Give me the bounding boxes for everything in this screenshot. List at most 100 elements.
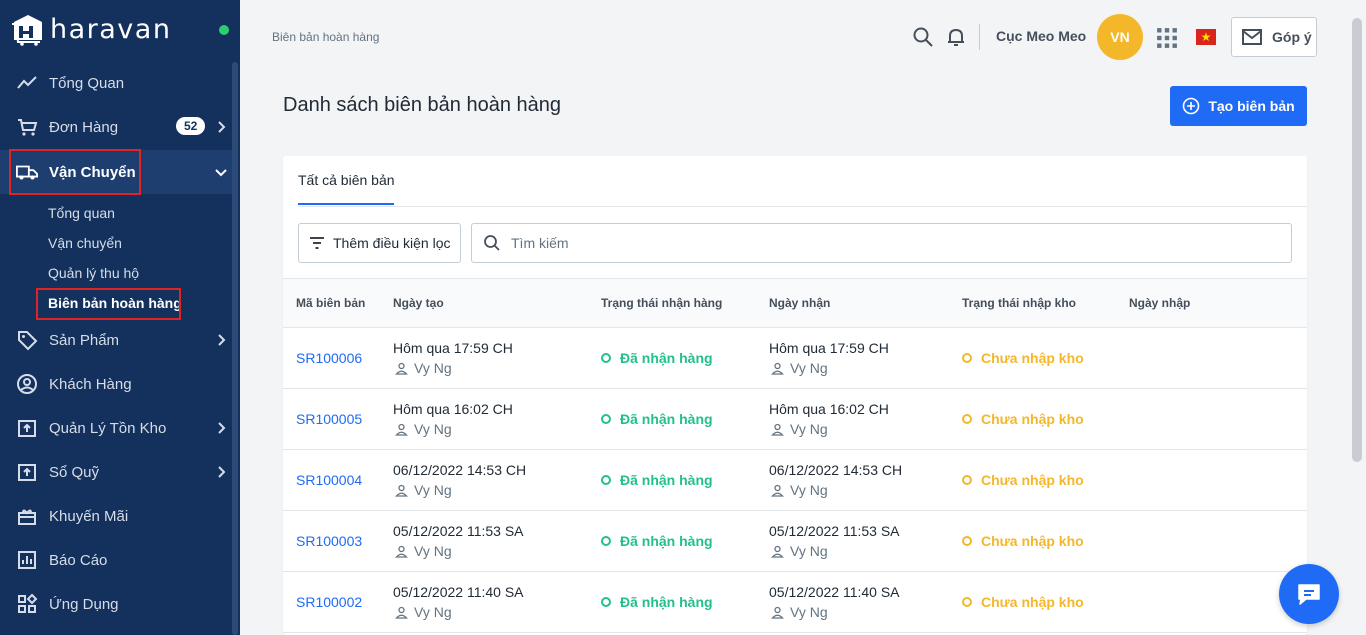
receiver: Vy Ng [771, 421, 828, 437]
sidebar-scrollbar[interactable] [232, 62, 238, 635]
receiver-name: Vy Ng [790, 604, 828, 620]
column-header-stocked-date[interactable]: Ngày nhập [1129, 296, 1190, 310]
status-ring-icon [962, 475, 972, 485]
user-icon [395, 362, 408, 375]
shop-name[interactable]: Cục Meo Meo [996, 28, 1086, 44]
feedback-button[interactable]: Góp ý [1231, 17, 1317, 57]
created-date: Hôm qua 17:59 CH [393, 340, 513, 356]
records-card: Tất cả biên bản Thêm điều kiện lọc Mã bi… [283, 156, 1307, 635]
stock-status-badge: Chưa nhập kho [962, 411, 1084, 427]
column-header-created[interactable]: Ngày tạo [393, 296, 444, 310]
record-code-link[interactable]: SR100003 [296, 533, 362, 549]
creator-name: Vy Ng [414, 604, 452, 620]
status-ring-icon [601, 597, 611, 607]
tag-icon [16, 329, 38, 351]
stock-status-text: Chưa nhập kho [981, 594, 1084, 610]
table-row[interactable]: SR100002 05/12/2022 11:40 SA Vy Ng Đã nhận … [283, 572, 1307, 633]
bell-icon[interactable] [945, 26, 967, 48]
tab-divider [298, 206, 1307, 207]
highlight-box-shipping [9, 149, 141, 195]
status-ring-icon [962, 597, 972, 607]
sidebar-item-customers[interactable]: Khách Hàng [0, 362, 234, 406]
tab-all-records[interactable]: Tất cả biên bản [298, 172, 395, 188]
mail-icon [1242, 29, 1262, 45]
breadcrumb[interactable]: Biên bản hoàn hàng [272, 30, 379, 44]
apps-grid-icon [16, 593, 38, 615]
sidebar-item-label: Khuyến Mãi [49, 507, 129, 525]
vietnam-flag-icon[interactable]: ★ [1196, 29, 1216, 45]
sidebar-item-label: Đơn Hàng [49, 118, 119, 136]
receive-status-badge: Đã nhận hàng [601, 472, 713, 488]
add-filter-button[interactable]: Thêm điều kiện lọc [298, 223, 461, 263]
page-scrollbar[interactable] [1352, 18, 1362, 462]
creator-name: Vy Ng [414, 421, 452, 437]
sidebar-item-products[interactable]: Sản Phẩm [0, 318, 234, 362]
status-ring-icon [962, 536, 972, 546]
received-date: 06/12/2022 14:53 CH [769, 462, 903, 478]
feedback-label: Góp ý [1272, 29, 1312, 45]
user-icon [771, 484, 784, 497]
sidebar-item-label: Sổ Quỹ [49, 463, 100, 481]
avatar[interactable]: VN [1097, 14, 1143, 60]
brand-name: haravan [50, 13, 172, 45]
sidebar-item-label: Tổng Quan [49, 74, 125, 92]
chat-button[interactable] [1279, 564, 1339, 624]
created-date: Hôm qua 16:02 CH [393, 401, 513, 417]
brand-logo[interactable]: haravan [10, 12, 171, 46]
sub-item-cod-management[interactable]: Quản lý thu hộ [48, 265, 139, 281]
receive-status-badge: Đã nhận hàng [601, 594, 713, 610]
created-date: 05/12/2022 11:53 SA [393, 523, 524, 539]
table-row[interactable]: SR100005 Hôm qua 16:02 CH Vy Ng Đã nhận hàn… [283, 389, 1307, 450]
table-row[interactable]: SR100004 06/12/2022 14:53 CH Vy Ng Đã nhận … [283, 450, 1307, 511]
sidebar-item-apps[interactable]: Ứng Dụng [0, 582, 234, 626]
user-icon [395, 545, 408, 558]
record-code-link[interactable]: SR100006 [296, 350, 362, 366]
stock-status-badge: Chưa nhập kho [962, 594, 1084, 610]
creator: Vy Ng [395, 360, 452, 376]
chevron-down-icon [215, 169, 227, 177]
table-row[interactable]: SR100003 05/12/2022 11:53 SA Vy Ng Đã nhận … [283, 511, 1307, 572]
receive-status-text: Đã nhận hàng [620, 350, 713, 366]
sidebar-item-overview[interactable]: Tổng Quan [0, 61, 234, 105]
column-header-stock-status[interactable]: Trạng thái nhập kho [962, 296, 1076, 310]
record-code-link[interactable]: SR100005 [296, 411, 362, 427]
inventory-box-icon [16, 417, 38, 439]
record-code-link[interactable]: SR100004 [296, 472, 362, 488]
report-chart-icon [16, 549, 38, 571]
search-input[interactable] [511, 235, 1211, 251]
column-header-receive-status[interactable]: Trạng thái nhận hàng [601, 296, 722, 310]
create-record-label: Tạo biên bản [1208, 98, 1295, 114]
page-title: Danh sách biên bản hoàn hàng [283, 94, 562, 116]
user-icon [771, 545, 784, 558]
receiver-name: Vy Ng [790, 360, 828, 376]
table-header: Mã biên bản Ngày tạo Trạng thái nhận hàn… [283, 278, 1307, 328]
sidebar-item-inventory[interactable]: Quản Lý Tồn Kho [0, 406, 234, 450]
highlight-box-return-records [36, 288, 181, 320]
sidebar-item-reports[interactable]: Báo Cáo [0, 538, 234, 582]
apps-menu-icon[interactable] [1156, 27, 1178, 49]
sub-item-shipping-overview[interactable]: Tổng quan [48, 205, 115, 221]
trend-chart-icon [16, 72, 38, 94]
creator-name: Vy Ng [414, 482, 452, 498]
receiver-name: Vy Ng [790, 421, 828, 437]
sub-item-shipments[interactable]: Vận chuyển [48, 235, 122, 251]
stock-status-text: Chưa nhập kho [981, 350, 1084, 366]
receive-status-text: Đã nhận hàng [620, 594, 713, 610]
column-header-code[interactable]: Mã biên bản [296, 296, 365, 310]
sidebar-item-orders[interactable]: Đơn Hàng 52 [0, 105, 234, 149]
search-box[interactable] [471, 223, 1292, 263]
sidebar-item-cashbook[interactable]: Sổ Quỹ [0, 450, 234, 494]
creator: Vy Ng [395, 421, 452, 437]
stock-status-text: Chưa nhập kho [981, 411, 1084, 427]
stock-status-text: Chưa nhập kho [981, 533, 1084, 549]
stock-status-badge: Chưa nhập kho [962, 350, 1084, 366]
table-row[interactable]: SR100006 Hôm qua 17:59 CH Vy Ng Đã nhận hàn… [283, 328, 1307, 389]
column-header-received-date[interactable]: Ngày nhận [769, 296, 830, 310]
user-icon [395, 484, 408, 497]
created-date: 05/12/2022 11:40 SA [393, 584, 524, 600]
create-record-button[interactable]: Tạo biên bản [1170, 86, 1307, 126]
record-code-link[interactable]: SR100002 [296, 594, 362, 610]
search-icon[interactable] [912, 26, 934, 48]
sidebar-item-promotions[interactable]: Khuyến Mãi [0, 494, 234, 538]
user-circle-icon [16, 373, 38, 395]
